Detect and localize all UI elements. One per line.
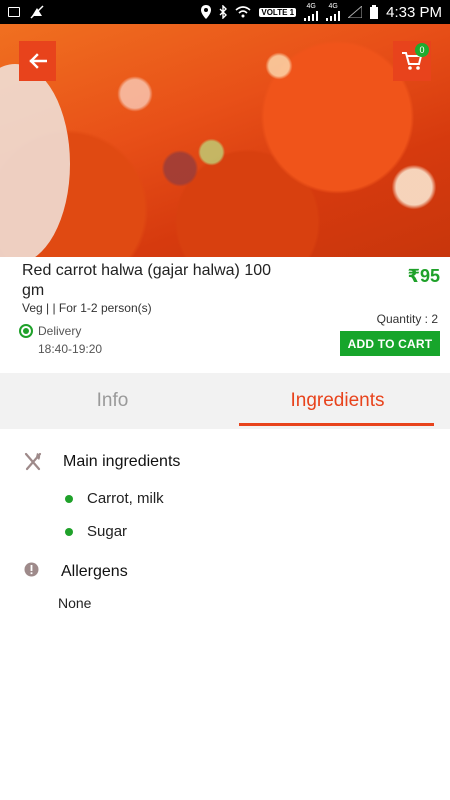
plate-edge	[0, 64, 70, 257]
ingredient-text: Carrot, milk	[87, 490, 164, 507]
delivery-label: Delivery	[38, 324, 82, 338]
notification-muted-icon	[30, 5, 44, 19]
gallery-icon	[8, 7, 20, 17]
signal-empty-icon	[348, 6, 363, 18]
alert-icon	[24, 562, 39, 577]
quantity-label: Quantity : 2	[376, 312, 438, 326]
signal-2-icon: 4G	[326, 3, 341, 21]
bullet-icon	[65, 494, 73, 503]
cart-count-badge: 0	[415, 43, 429, 57]
product-title: Red carrot halwa (gajar halwa) 100 gm	[22, 262, 272, 299]
battery-icon	[370, 5, 379, 19]
cart-button[interactable]: 0	[393, 41, 431, 81]
delivery-option[interactable]: Delivery	[19, 324, 81, 338]
veg-info: Veg | | For 1-2 person(s)	[22, 301, 152, 315]
bluetooth-icon	[219, 5, 228, 19]
signal-1-icon: 4G	[304, 3, 319, 21]
main-ingredients-heading: Main ingredients	[63, 453, 181, 470]
allergens-heading: Allergens	[61, 563, 128, 580]
back-button[interactable]	[19, 41, 56, 81]
bullet-icon	[65, 527, 73, 536]
delivery-time: 18:40-19:20	[38, 342, 103, 356]
product-price: ₹95	[407, 266, 440, 286]
fork-knife-icon	[24, 452, 42, 471]
arrow-left-icon	[28, 53, 47, 69]
radio-selected-icon[interactable]	[19, 324, 33, 338]
clock: 4:33 PM	[386, 3, 442, 21]
add-to-cart-button[interactable]: ADD TO CART	[340, 331, 440, 356]
product-image[interactable]	[0, 24, 450, 257]
status-bar: VOLTE 1 4G 4G 4:33 PM	[0, 0, 450, 24]
tab-bar: Info Ingredients	[0, 373, 450, 429]
ingredient-item: Sugar	[63, 523, 263, 540]
ingredient-text: Sugar	[87, 523, 128, 540]
volte-badge: VOLTE 1	[259, 7, 297, 17]
tab-info[interactable]: Info	[0, 373, 225, 429]
tab-ingredients[interactable]: Ingredients	[225, 373, 450, 429]
allergens-value: None	[58, 595, 92, 611]
ingredient-item: Carrot, milk	[63, 490, 263, 507]
location-icon	[201, 5, 212, 19]
wifi-icon	[235, 6, 251, 18]
